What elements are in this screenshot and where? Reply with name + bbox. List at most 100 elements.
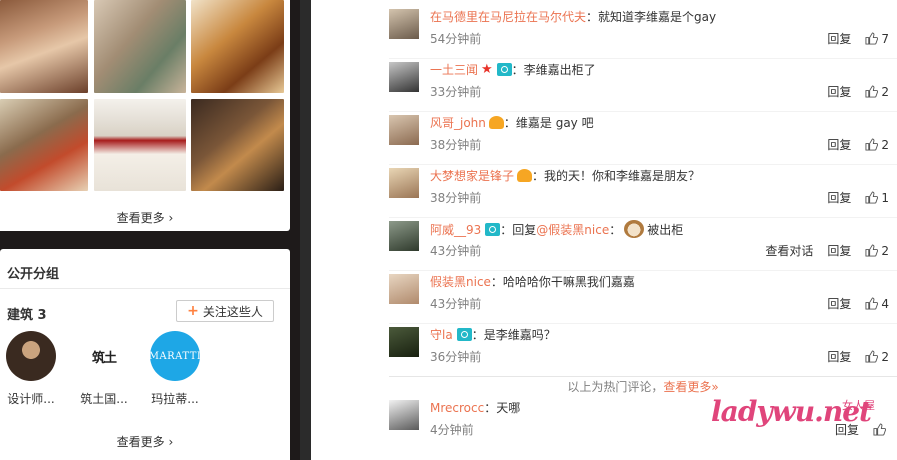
- star-badge-icon: ★: [481, 62, 493, 77]
- photos-more-link[interactable]: 查看更多 ›: [0, 209, 290, 226]
- crown-badge-icon: [517, 169, 533, 182]
- comment-username[interactable]: 阿威__93: [430, 221, 481, 238]
- group-member[interactable]: 设计师...: [1, 331, 61, 407]
- chevron-right-icon: ›: [168, 435, 174, 449]
- comment-line: 守la ：是李维嘉吗？: [430, 326, 556, 343]
- follow-all-button[interactable]: + 关注这些人: [176, 300, 274, 322]
- avatar[interactable]: [389, 115, 419, 145]
- reply-button[interactable]: 回复: [827, 295, 851, 312]
- crown-badge-icon: [488, 116, 504, 129]
- comment-username[interactable]: 大梦想家是锋子: [430, 167, 514, 184]
- like-count: 2: [881, 349, 889, 364]
- comment-username[interactable]: 守la: [430, 326, 453, 343]
- avatar[interactable]: [389, 62, 419, 92]
- avatar[interactable]: MARATTI: [150, 331, 200, 381]
- group-member[interactable]: MARATTI 玛拉蒂...: [145, 331, 205, 407]
- left-sidebar: 查看更多 › 公开分组 建筑 3 + 关注这些人 设计师... 筑土 筑土国..…: [0, 0, 300, 460]
- like-button[interactable]: 2: [865, 350, 889, 364]
- photo-thumbnail[interactable]: [191, 0, 284, 93]
- comment-text: ：天哪: [484, 401, 521, 415]
- photo-thumbnail[interactable]: [191, 99, 284, 191]
- comment-item: 一土三闻 ★ ：李维嘉出柜了 33分钟前 回复 2: [389, 59, 897, 112]
- photo-album-card: 查看更多 ›: [0, 0, 290, 231]
- comment-item: 在马德里在马尼拉在马尔代夫 ：就知道李维嘉是个gay 54分钟前 回复 7: [389, 6, 897, 59]
- member-name[interactable]: 筑土国...: [74, 390, 134, 407]
- reply-button[interactable]: 回复: [827, 30, 851, 47]
- comment-username[interactable]: 在马德里在马尼拉在马尔代夫: [430, 8, 586, 25]
- groups-more-link[interactable]: 查看更多 ›: [0, 433, 290, 450]
- avatar[interactable]: [389, 400, 419, 430]
- group-member[interactable]: 筑土 筑土国...: [74, 331, 134, 407]
- comment-line: 风哥_john ：维嘉是 gay 吧: [430, 114, 594, 131]
- comment-username[interactable]: Mrecrocc: [430, 401, 484, 415]
- like-count: 2: [881, 84, 889, 99]
- comment-item: 风哥_john ：维嘉是 gay 吧 38分钟前 回复 2: [389, 112, 897, 165]
- avatar[interactable]: [6, 331, 56, 381]
- thumbs-up-icon: [865, 244, 879, 257]
- comment-line: 假装黑nice ：哈哈哈你干嘛黑我们嘉嘉: [430, 273, 635, 290]
- reply-button[interactable]: 回复: [827, 189, 851, 206]
- comment-item: 守la ：是李维嘉吗？ 36分钟前 回复 2: [389, 324, 897, 377]
- photo-thumbnail[interactable]: [0, 99, 88, 191]
- avatar[interactable]: [389, 221, 419, 251]
- comment-actions: 查看对话 回复 2: [751, 242, 889, 259]
- hot-more-link[interactable]: 查看更多»: [663, 380, 718, 394]
- site-watermark: ladywu.net 女人屋: [711, 395, 875, 428]
- avatar[interactable]: [389, 327, 419, 357]
- reply-button[interactable]: 回复: [827, 83, 851, 100]
- dog-emoji-icon: [624, 220, 645, 238]
- comment-item: 大梦想家是锋子 ：我的天！你和李维嘉是朋友？ 38分钟前 回复 1: [389, 165, 897, 218]
- like-button[interactable]: 2: [865, 85, 889, 99]
- avatar[interactable]: [389, 274, 419, 304]
- thumbs-up-icon: [865, 32, 879, 45]
- like-count: 2: [881, 137, 889, 152]
- logo-text: MARATTI: [150, 350, 200, 362]
- camera-badge-icon: [456, 328, 472, 341]
- like-button[interactable]: 4: [865, 297, 889, 311]
- hot-comments-footer: 以上为热门评论，查看更多»: [389, 378, 897, 395]
- like-count: 4: [881, 296, 889, 311]
- photo-thumbnail[interactable]: [94, 99, 186, 191]
- photo-thumbnail[interactable]: [94, 0, 186, 93]
- comment-username[interactable]: 风哥_john: [430, 114, 486, 131]
- comment-time: 43分钟前: [430, 244, 482, 258]
- comment-text: ：就知道李维嘉是个gay: [586, 10, 717, 24]
- comment-time: 43分钟前: [430, 297, 482, 311]
- reply-button[interactable]: 回复: [827, 136, 851, 153]
- like-button[interactable]: 1: [865, 191, 889, 205]
- comment-actions: 回复 4: [813, 295, 889, 312]
- comment-time: 33分钟前: [430, 85, 482, 99]
- comment-time: 4分钟前: [430, 423, 474, 437]
- groups-title: 公开分组: [7, 267, 60, 282]
- reply-button[interactable]: 回复: [827, 348, 851, 365]
- comment-username[interactable]: 假装黑nice: [430, 273, 491, 290]
- view-conversation-button[interactable]: 查看对话: [765, 242, 813, 259]
- thumbs-up-icon: [873, 423, 886, 436]
- comment-text: ：哈哈哈你干嘛黑我们嘉嘉: [490, 275, 635, 289]
- comment-actions: 回复 2: [813, 348, 889, 365]
- comment-text: ：是李维嘉吗？: [471, 328, 556, 342]
- comment-username[interactable]: 一土三闻: [430, 61, 478, 78]
- like-button[interactable]: 7: [865, 32, 889, 46]
- more-label: 查看更多: [116, 435, 165, 449]
- photo-thumbnail[interactable]: [0, 0, 88, 93]
- logo-text: 筑土: [91, 350, 117, 366]
- avatar[interactable]: 筑土: [79, 331, 129, 381]
- public-groups-card: 公开分组 建筑 3 + 关注这些人 设计师... 筑土 筑土国... MARAT…: [0, 249, 290, 460]
- group-name[interactable]: 建筑 3: [7, 304, 47, 323]
- hot-prefix: 以上为热门评论，: [567, 380, 664, 394]
- comment-actions: 回复 1: [813, 189, 889, 206]
- member-name[interactable]: 玛拉蒂...: [145, 390, 205, 407]
- like-button[interactable]: [873, 423, 889, 436]
- like-count: 2: [881, 243, 889, 258]
- like-button[interactable]: 2: [865, 138, 889, 152]
- comment-actions: 回复 2: [813, 136, 889, 153]
- avatar[interactable]: [389, 168, 419, 198]
- thumbs-up-icon: [865, 138, 879, 151]
- member-name[interactable]: 设计师...: [1, 390, 61, 407]
- like-button[interactable]: 2: [865, 244, 889, 258]
- thumbs-up-icon: [865, 85, 879, 98]
- reply-button[interactable]: 回复: [827, 242, 851, 259]
- avatar[interactable]: [389, 9, 419, 39]
- mention-link[interactable]: @假装黑nice: [536, 221, 609, 238]
